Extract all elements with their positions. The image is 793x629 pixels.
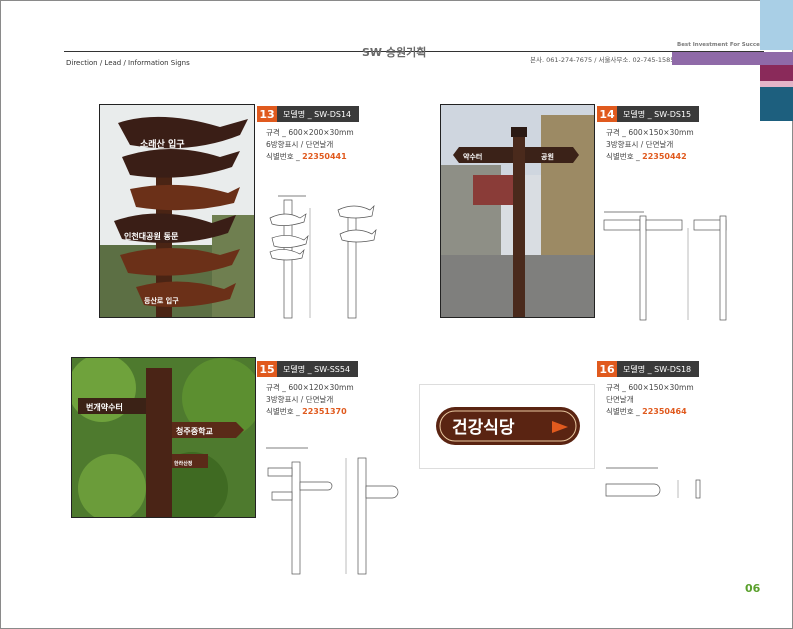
- technical-drawing-14: [603, 211, 727, 321]
- product-code: 22350464: [642, 407, 687, 416]
- photo-sign-text-1: 소래산 입구: [140, 138, 185, 150]
- product-photo-14: 약수터 공원: [440, 104, 595, 318]
- pole-sign-illustration: 약수터 공원: [441, 105, 594, 317]
- product-number: 14: [597, 106, 617, 122]
- product-badge-14: 14 모델명 _ SW-DS15: [597, 106, 700, 122]
- spec-size: 규격 _ 600×120×30mm: [266, 383, 354, 392]
- product-spec-13: 규격 _ 600×200×30mm 6방향표시 / 단면날개 식별번호 _ 22…: [266, 127, 354, 163]
- photo-sign-text-1: 번개약수터: [86, 402, 123, 412]
- product-spec-14: 규격 _ 600×150×30mm 3방향표시 / 단면날개 식별번호 _ 22…: [606, 127, 694, 163]
- model-name: 모델명 _ SW-DS14: [277, 106, 360, 122]
- product-badge-15: 15 모델명 _ SW-SS54: [257, 361, 359, 377]
- technical-drawing-16: [605, 467, 701, 499]
- forest-sign-illustration: 번개약수터 청주중학교 한라산정: [72, 358, 255, 517]
- product-spec-16: 규격 _ 600×150×30mm 단면날개 식별번호 _ 22350464: [606, 382, 694, 418]
- product-photo-13: 소래산 입구 인천대공원 동문 등산로 입구: [99, 104, 255, 318]
- code-label: 식별번호 _: [266, 152, 303, 161]
- product-spec-15: 규격 _ 600×120×30mm 3방향표시 / 단면날개 식별번호 _ 22…: [266, 382, 354, 418]
- spec-type: 3방향표시 / 단면날개: [606, 140, 674, 149]
- code-label: 식별번호 _: [606, 152, 643, 161]
- color-bar-purple: [672, 52, 793, 65]
- spec-type: 6방향표시 / 단면날개: [266, 140, 334, 149]
- tagline: Best Investment For Success: [677, 42, 767, 48]
- photo-sign-text-3: 등산로 입구: [144, 296, 179, 305]
- photo-sign-text-2: 인천대공원 동문: [124, 231, 179, 241]
- spec-size: 규격 _ 600×150×30mm: [606, 128, 694, 137]
- product-badge-13: 13 모델명 _ SW-DS14: [257, 106, 360, 122]
- photo-sign-text-2: 공원: [541, 152, 554, 161]
- photo-sign-text-2: 청주중학교: [176, 426, 213, 436]
- technical-drawing-15: [266, 447, 399, 575]
- product-photo-16: 건강식당: [419, 384, 595, 469]
- photo-sign-text-3: 한라산정: [174, 460, 193, 467]
- product-code: 22351370: [302, 407, 347, 416]
- product-photo-15: 번개약수터 청주중학교 한라산정: [71, 357, 256, 518]
- contact-info: 본사. 061-274-7675 / 서울사무소. 02-745-1585: [530, 56, 675, 64]
- product-number: 13: [257, 106, 277, 122]
- restaurant-sign-illustration: 건강식당: [436, 407, 580, 445]
- dolphin-sign-illustration: 소래산 입구 인천대공원 동문 등산로 입구: [100, 105, 254, 317]
- page-number: 06: [745, 582, 761, 595]
- color-bar-magenta: [760, 65, 793, 81]
- color-bar-teal: [760, 87, 793, 121]
- product-number: 16: [597, 361, 617, 377]
- photo-sign-text-1: 건강식당: [452, 418, 515, 438]
- category-title: Direction / Lead / Information Signs: [66, 59, 190, 67]
- spec-size: 규격 _ 600×150×30mm: [606, 383, 694, 392]
- product-badge-16: 16 모델명 _ SW-DS18: [597, 361, 700, 377]
- spec-type: 단면날개: [606, 395, 634, 404]
- spec-size: 규격 _ 600×200×30mm: [266, 128, 354, 137]
- model-name: 모델명 _ SW-DS15: [617, 106, 700, 122]
- model-name: 모델명 _ SW-DS18: [617, 361, 700, 377]
- code-label: 식별번호 _: [606, 407, 643, 416]
- spec-type: 3방향표시 / 단면날개: [266, 395, 334, 404]
- technical-drawing-13: [269, 195, 377, 319]
- company-logo: SW 승원기획: [362, 46, 427, 59]
- code-label: 식별번호 _: [266, 407, 303, 416]
- photo-sign-text-1: 약수터: [463, 152, 482, 161]
- product-code: 22350441: [302, 152, 347, 161]
- model-name: 모델명 _ SW-SS54: [277, 361, 359, 377]
- product-code: 22350442: [642, 152, 687, 161]
- color-bar-blue: [760, 0, 793, 50]
- product-number: 15: [257, 361, 277, 377]
